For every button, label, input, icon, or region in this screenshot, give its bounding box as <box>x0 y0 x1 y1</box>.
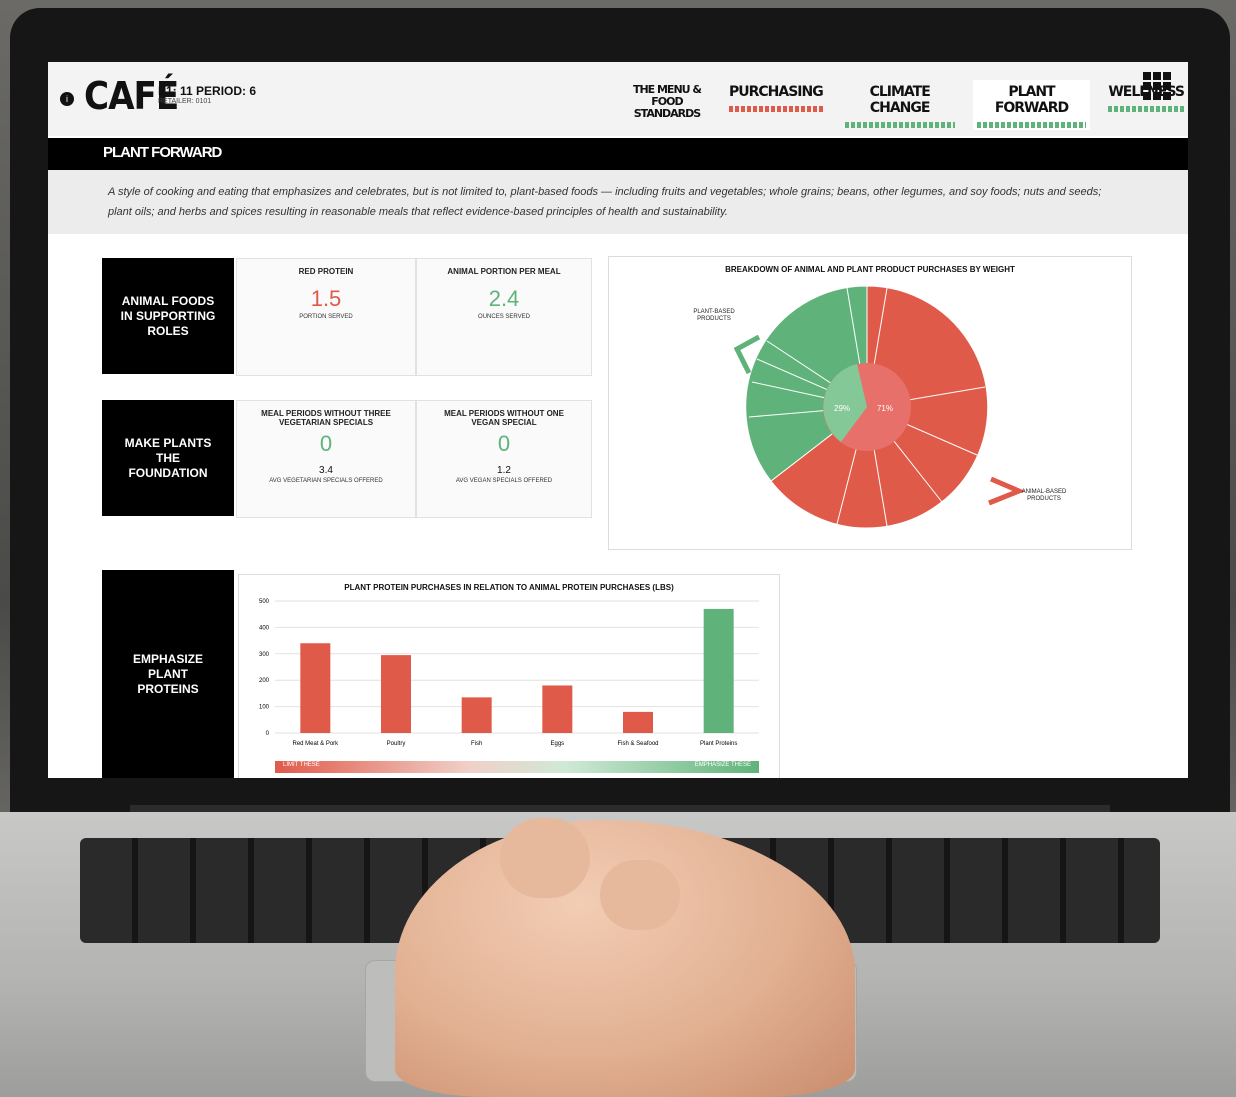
period-label: P1: 11 PERIOD: 6 <box>158 84 257 98</box>
finger <box>600 860 680 930</box>
x-tick-label: Plant Proteins <box>700 741 737 747</box>
info-icon[interactable]: i <box>60 92 74 106</box>
metric-label: MEAL PERIODS WITHOUT ONE VEGAN SPECIAL <box>444 409 564 427</box>
legend-limit: LIMIT THESE <box>283 762 320 768</box>
period-sub: RETAILER: 0101 <box>158 98 212 105</box>
vegan-periods-card: MEAL PERIODS WITHOUT ONE VEGAN SPECIAL 0… <box>416 400 592 518</box>
red-protein-card: RED PROTEIN 1.5 PORTION SERVED <box>236 258 416 376</box>
period-selector[interactable]: P1: 11 PERIOD: 6 RETAILER: 0101 <box>158 84 256 105</box>
animal-products-label: ANIMAL-BASED PRODUCTS <box>1021 489 1067 502</box>
inner-plant-label: 29% <box>834 404 850 413</box>
bar-plant-proteins <box>703 608 734 733</box>
nav-label: PLANT FORWARD <box>994 84 1069 116</box>
x-tick-label: Eggs <box>550 741 564 747</box>
metric-value: 1.5 <box>310 286 342 311</box>
metric-count: 3.4 <box>319 465 333 476</box>
y-tick-label: 100 <box>259 705 270 711</box>
metric-count: 1.2 <box>497 465 511 476</box>
make-plants-card: MAKE PLANTS THE FOUNDATION <box>102 400 234 516</box>
y-tick-label: 0 <box>266 731 270 737</box>
top-header: i CAFÉ P1: 11 PERIOD: 6 RETAILER: 0101 T… <box>48 62 1188 136</box>
dashboard-screen: i CAFÉ P1: 11 PERIOD: 6 RETAILER: 0101 T… <box>48 62 1188 778</box>
status-bars <box>844 122 955 128</box>
finger <box>500 818 590 898</box>
legend-emphasize: EMPHASIZE THESE <box>694 762 751 768</box>
metric-value: 0 <box>497 431 511 456</box>
nav-label: THE MENU & FOOD STANDARDS <box>632 83 702 120</box>
limit-emphasize-legend: LIMIT THESE EMPHASIZE THESE <box>275 761 759 773</box>
section-title: PLANT FORWARD <box>103 144 222 161</box>
breakdown-pie-panel: BREAKDOWN OF ANIMAL AND PLANT PRODUCT PU… <box>608 256 1132 550</box>
inner-animal-label: 71% <box>877 404 893 413</box>
protein-bar-chart: 500 400 300 200 100 0 Red Meat & Pork Poultry Fi… <box>259 599 759 747</box>
apps-grid-icon[interactable] <box>1143 72 1171 100</box>
veg-periods-card: MEAL PERIODS WITHOUT THREE VEGETARIAN SP… <box>236 400 416 518</box>
y-tick-label: 500 <box>259 599 270 605</box>
y-tick-label: 400 <box>259 625 270 631</box>
status-bars <box>1108 106 1184 112</box>
metric-value: 2.4 <box>488 286 520 311</box>
nav-purchasing[interactable]: PURCHASING <box>725 80 827 130</box>
bar-fish-seafood <box>623 711 653 733</box>
section-description: A style of cooking and eating that empha… <box>108 186 1102 218</box>
emphasize-card: EMPHASIZE PLANT PROTEINS <box>102 570 234 778</box>
plant-products-label: PLANT-BASED PRODUCTS <box>693 309 735 322</box>
protein-bar-panel: PLANT PROTEIN PURCHASES IN RELATION TO A… <box>238 574 780 778</box>
nav-label: PURCHASING <box>728 84 824 100</box>
bar-eggs <box>542 685 573 733</box>
card-title: EMPHASIZE PLANT PROTEINS <box>132 651 203 696</box>
metric-label: RED PROTEIN <box>298 267 354 276</box>
animal-roles-card: ANIMAL FOODS IN SUPPORTING ROLES <box>102 258 234 374</box>
x-tick-label: Poultry <box>387 741 406 747</box>
bar-fish <box>461 697 492 733</box>
x-tick-label: Red Meat & Pork <box>292 741 339 747</box>
nav-plant-forward[interactable]: PLANT FORWARD <box>972 80 1091 130</box>
bar-red-meat-pork <box>300 643 331 733</box>
metric-value: 0 <box>319 431 333 456</box>
metric-sub: AVG VEGAN SPECIALS OFFERED <box>455 478 553 484</box>
bar-chart-title: PLANT PROTEIN PURCHASES IN RELATION TO A… <box>344 583 674 592</box>
nav-climate-change[interactable]: CLIMATE CHANGE <box>841 80 959 130</box>
y-tick-label: 300 <box>259 652 270 658</box>
animal-portion-card: ANIMAL PORTION PER MEAL 2.4 OUNCES SERVE… <box>416 258 592 376</box>
nav-label: CLIMATE CHANGE <box>869 84 931 116</box>
card-title: ANIMAL FOODS IN SUPPORTING ROLES <box>120 293 216 338</box>
metric-sub: AVG VEGETARIAN SPECIALS OFFERED <box>269 478 383 484</box>
x-tick-label: Fish <box>471 741 482 747</box>
bar-poultry <box>381 655 411 733</box>
x-tick-label: Fish & Seafood <box>617 741 658 747</box>
card-title: MAKE PLANTS THE FOUNDATION <box>124 435 212 480</box>
metric-sub: PORTION SERVED <box>299 314 353 320</box>
status-bars <box>728 106 823 112</box>
status-bars <box>976 122 1087 128</box>
section-bar: PLANT FORWARD <box>48 138 1188 170</box>
metric-label: ANIMAL PORTION PER MEAL <box>447 267 561 276</box>
metric-label: MEAL PERIODS WITHOUT THREE VEGETARIAN SP… <box>261 409 391 427</box>
nav-menu-standards[interactable]: THE MENU & FOOD STANDARDS <box>623 80 711 130</box>
main-nav: THE MENU & FOOD STANDARDS PURCHASING CLI… <box>623 80 1188 130</box>
metric-sub: OUNCES SERVED <box>478 314 530 320</box>
pie-title: BREAKDOWN OF ANIMAL AND PLANT PRODUCT PU… <box>725 265 1015 274</box>
y-tick-label: 200 <box>259 678 270 684</box>
